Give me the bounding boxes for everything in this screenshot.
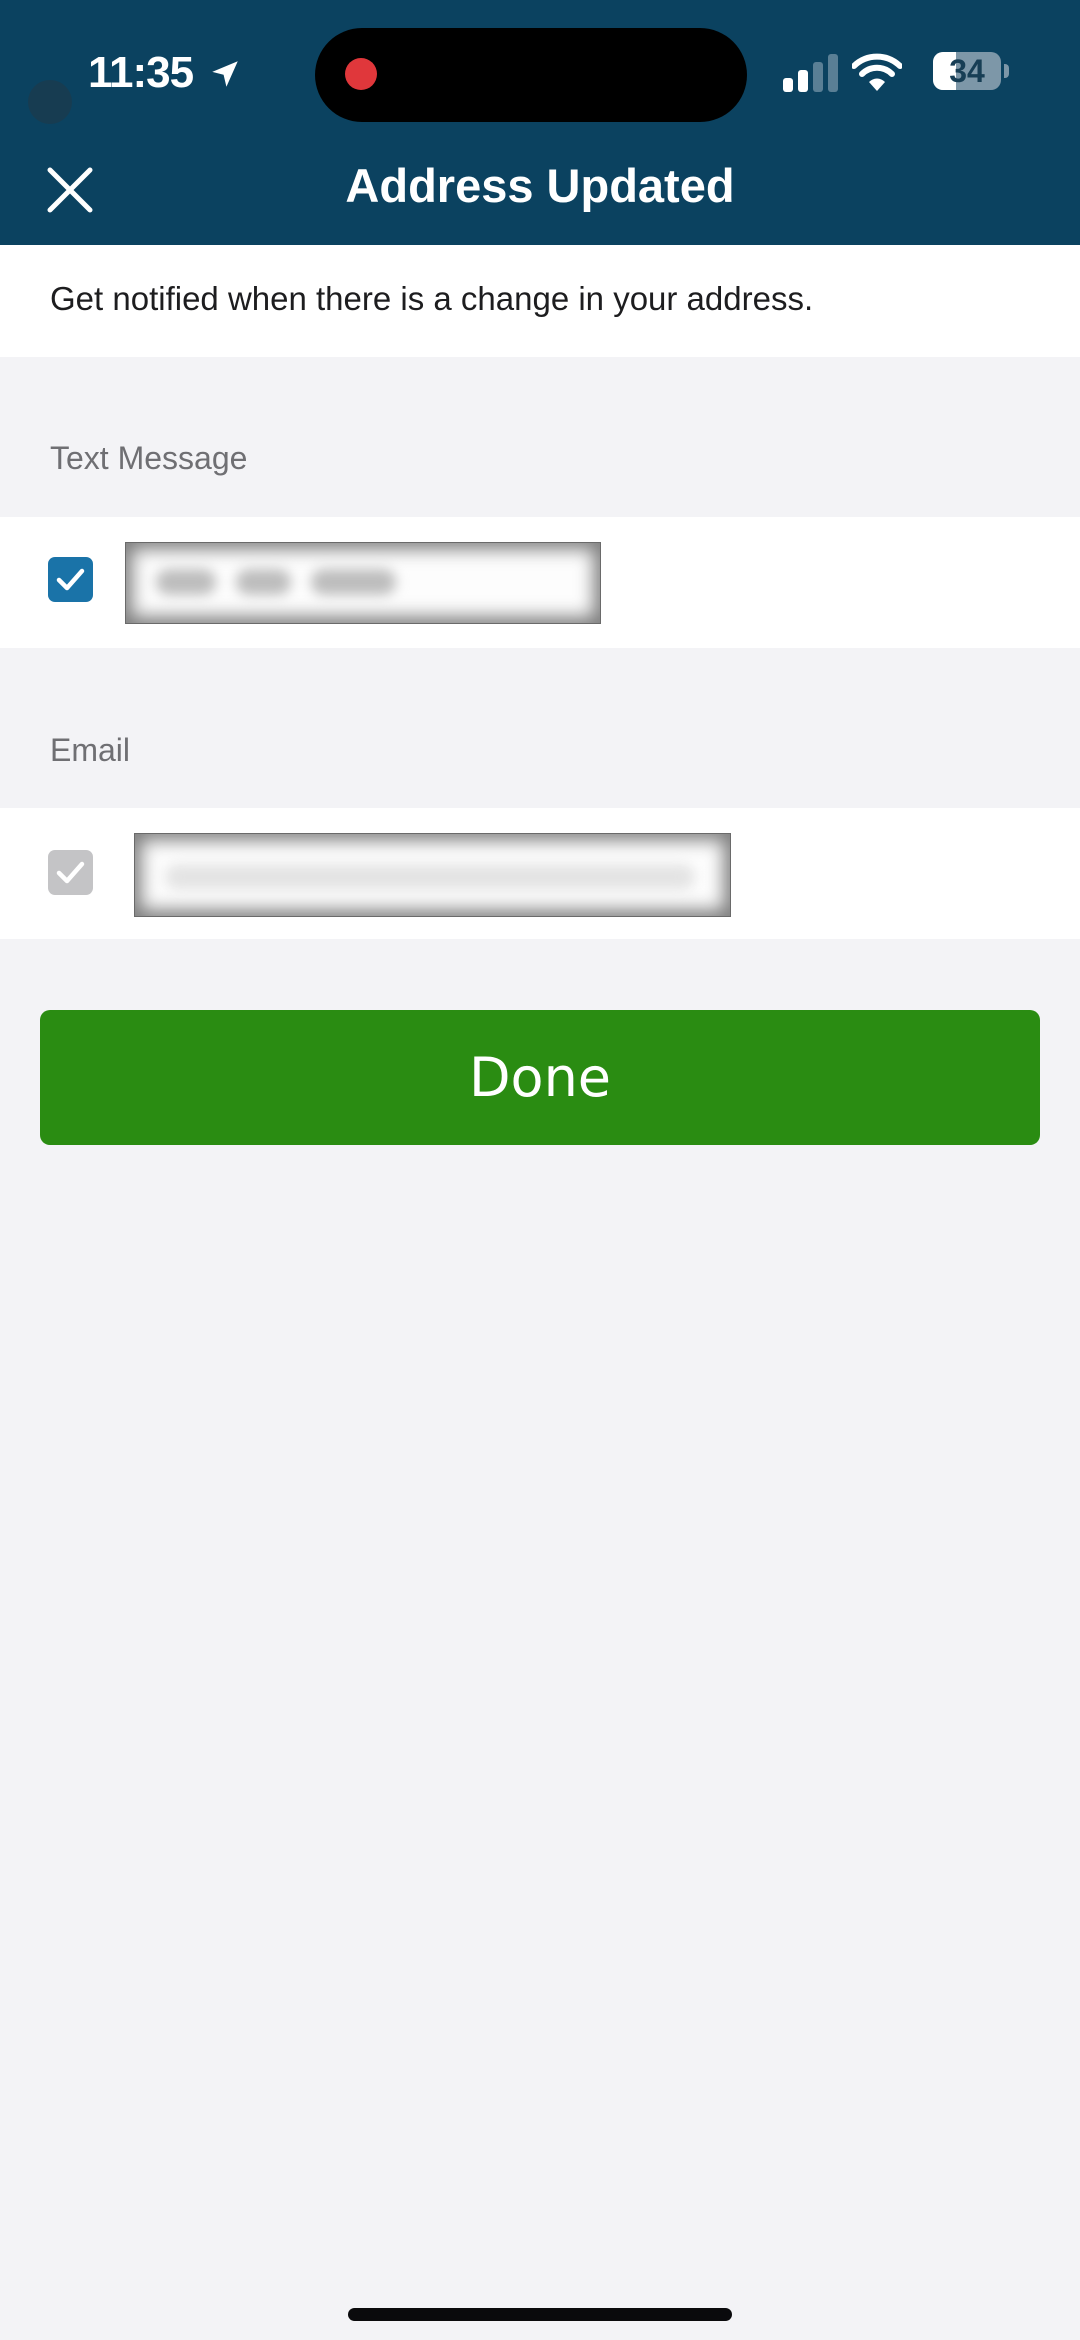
battery-nub [1004, 64, 1009, 78]
battery-percent: 34 [949, 53, 985, 89]
checkmark-icon [56, 861, 85, 884]
section-label-email: Email [50, 732, 131, 768]
dynamic-island [315, 28, 747, 122]
home-indicator[interactable] [348, 2308, 732, 2321]
signal-icon [783, 54, 838, 92]
redacted-phone-number [125, 542, 601, 624]
done-button[interactable]: Done [40, 1010, 1040, 1145]
email-row[interactable] [0, 808, 1080, 939]
text-message-checkbox[interactable] [48, 557, 93, 602]
status-time: 11:35 [88, 48, 194, 97]
battery-icon: 34 [933, 52, 1001, 90]
email-checkbox[interactable] [48, 850, 93, 895]
screen-recording-artifact [28, 80, 72, 124]
recording-dot-icon [345, 58, 377, 90]
checkmark-icon [56, 568, 85, 591]
page-title: Address Updated [345, 159, 735, 212]
description-text: Get notified when there is a change in y… [50, 280, 814, 317]
wifi-icon [852, 53, 902, 91]
redacted-email-address [134, 833, 731, 917]
section-label-text-message: Text Message [50, 440, 248, 476]
text-message-row[interactable] [0, 517, 1080, 648]
location-arrow-icon [212, 61, 238, 87]
